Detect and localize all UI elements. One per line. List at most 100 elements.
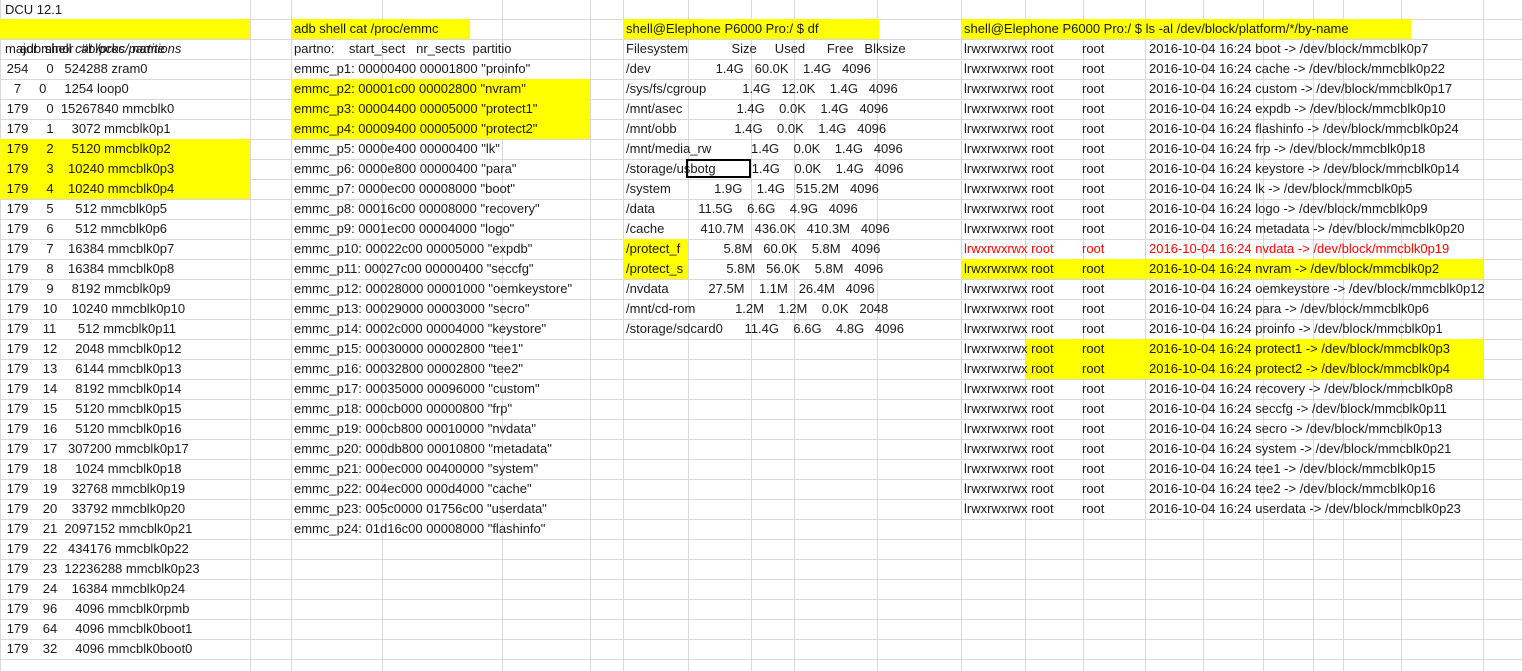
partitions-row[interactable]: 179 8 16384 mmcblk0p8 (3, 259, 175, 279)
emmc-row[interactable]: emmc_p6: 0000e800 00000400 "para" (294, 159, 516, 179)
df-row[interactable]: /mnt/cd-rom 1.2M 1.2M 0.0K 2048 (626, 299, 888, 319)
emmc-row[interactable]: emmc_p12: 00028000 00001000 "oemkeystore… (294, 279, 572, 299)
emmc-row[interactable]: emmc_p8: 00016c00 00008000 "recovery" (294, 199, 540, 219)
byname-perm-cell[interactable]: lrwxrwxrwx root (964, 239, 1054, 259)
partitions-row[interactable]: 179 4 10240 mmcblk0p4 (3, 179, 175, 199)
df-row[interactable]: /storage/sdcard0 11.4G 6.6G 4.8G 4096 (626, 319, 904, 339)
partitions-row[interactable]: 179 19 32768 mmcblk0p19 (3, 479, 186, 499)
emmc-row[interactable]: emmc_p10: 00022c00 00005000 "expdb" (294, 239, 532, 259)
byname-link-cell[interactable]: 2016-10-04 16:24 metadata -> /dev/block/… (1149, 219, 1464, 239)
byname-link-cell[interactable]: 2016-10-04 16:24 oemkeystore -> /dev/blo… (1149, 279, 1485, 299)
partitions-row[interactable]: 179 7 16384 mmcblk0p7 (3, 239, 175, 259)
byname-perm-cell[interactable]: lrwxrwxrwx root (964, 59, 1054, 79)
emmc-row[interactable]: emmc_p23: 005c0000 01756c00 "userdata" (294, 499, 547, 519)
byname-link-cell[interactable]: 2016-10-04 16:24 logo -> /dev/block/mmcb… (1149, 199, 1428, 219)
byname-owner-cell[interactable]: root (1082, 239, 1104, 259)
emmc-row[interactable]: emmc_p14: 0002c000 00004000 "keystore" (294, 319, 546, 339)
partitions-row[interactable]: 179 0 15267840 mmcblk0 (3, 99, 175, 119)
byname-perm-cell[interactable]: lrwxrwxrwx root (964, 419, 1054, 439)
byname-owner-cell[interactable]: root (1082, 139, 1104, 159)
byname-link-cell[interactable]: 2016-10-04 16:24 expdb -> /dev/block/mmc… (1149, 99, 1446, 119)
byname-owner-cell[interactable]: root (1082, 479, 1104, 499)
partitions-row[interactable]: 179 22 434176 mmcblk0p22 (3, 539, 189, 559)
partitions-row[interactable]: 179 10 10240 mmcblk0p10 (3, 299, 186, 319)
df-row[interactable]: /protect_s 5.8M 56.0K 5.8M 4096 (626, 259, 883, 279)
byname-perm-cell[interactable]: lrwxrwxrwx root (964, 339, 1054, 359)
byname-heading[interactable]: shell@Elephone P6000 Pro:/ $ ls -al /dev… (964, 19, 1349, 39)
partitions-row[interactable]: 179 17 307200 mmcblk0p17 (3, 439, 189, 459)
partitions-row[interactable]: 179 64 4096 mmcblk0boot1 (3, 619, 193, 639)
df-row[interactable]: /sys/fs/cgroup 1.4G 12.0K 1.4G 4096 (626, 79, 898, 99)
byname-link-cell[interactable]: 2016-10-04 16:24 userdata -> /dev/block/… (1149, 499, 1461, 519)
partitions-row[interactable]: 179 15 5120 mmcblk0p15 (3, 399, 182, 419)
byname-link-cell[interactable]: 2016-10-04 16:24 system -> /dev/block/mm… (1149, 439, 1451, 459)
emmc-row[interactable]: emmc_p15: 00030000 00002800 "tee1" (294, 339, 523, 359)
byname-owner-cell[interactable]: root (1082, 219, 1104, 239)
partitions-row[interactable]: 179 23 12236288 mmcblk0p23 (3, 559, 200, 579)
partitions-row[interactable]: 179 12 2048 mmcblk0p12 (3, 339, 182, 359)
byname-perm-cell[interactable]: lrwxrwxrwx root (964, 299, 1054, 319)
emmc-row[interactable]: emmc_p2: 00001c00 00002800 "nvram" (294, 79, 526, 99)
byname-link-cell[interactable]: 2016-10-04 16:24 recovery -> /dev/block/… (1149, 379, 1453, 399)
partitions-row[interactable]: 179 2 5120 mmcblk0p2 (3, 139, 171, 159)
byname-link-cell[interactable]: 2016-10-04 16:24 para -> /dev/block/mmcb… (1149, 299, 1429, 319)
selected-cell-outline[interactable] (686, 159, 751, 178)
sheet-title[interactable]: DCU 12.1 (5, 0, 62, 20)
emmc-row[interactable]: emmc_p9: 0001ec00 00004000 "logo" (294, 219, 514, 239)
byname-owner-cell[interactable]: root (1082, 279, 1104, 299)
partitions-row[interactable]: 179 16 5120 mmcblk0p16 (3, 419, 182, 439)
byname-perm-cell[interactable]: lrwxrwxrwx root (964, 359, 1054, 379)
emmc-row[interactable]: emmc_p18: 000cb000 00000800 "frp" (294, 399, 512, 419)
byname-link-cell[interactable]: 2016-10-04 16:24 secro -> /dev/block/mmc… (1149, 419, 1442, 439)
partitions-row[interactable]: 179 20 33792 mmcblk0p20 (3, 499, 186, 519)
emmc-row[interactable]: emmc_p24: 01d16c00 00008000 "flashinfo" (294, 519, 545, 539)
byname-perm-cell[interactable]: lrwxrwxrwx root (964, 79, 1054, 99)
byname-link-cell[interactable]: 2016-10-04 16:24 protect1 -> /dev/block/… (1149, 339, 1450, 359)
partitions-row[interactable]: 179 5 512 mmcblk0p5 (3, 199, 167, 219)
byname-link-cell[interactable]: 2016-10-04 16:24 tee2 -> /dev/block/mmcb… (1149, 479, 1436, 499)
partitions-row[interactable]: 179 18 1024 mmcblk0p18 (3, 459, 182, 479)
spreadsheet-grid[interactable]: DCU 12.1 adb shell cat /proc/partitions … (0, 0, 1523, 671)
partitions-row[interactable]: 254 0 524288 zram0 (3, 59, 148, 79)
partitions-row[interactable]: 179 21 2097152 mmcblk0p21 (3, 519, 193, 539)
emmc-row[interactable]: emmc_p17: 00035000 00096000 "custom" (294, 379, 540, 399)
byname-perm-cell[interactable]: lrwxrwxrwx root (964, 139, 1054, 159)
emmc-heading[interactable]: adb shell cat /proc/emmc (294, 19, 439, 39)
byname-perm-cell[interactable]: lrwxrwxrwx root (964, 479, 1054, 499)
emmc-row[interactable]: emmc_p7: 0000ec00 00008000 "boot" (294, 179, 515, 199)
partitions-row[interactable]: 179 14 8192 mmcblk0p14 (3, 379, 182, 399)
partitions-row[interactable]: 179 11 512 mmcblk0p11 (3, 319, 176, 339)
byname-link-cell[interactable]: 2016-10-04 16:24 protect2 -> /dev/block/… (1149, 359, 1450, 379)
df-heading[interactable]: shell@Elephone P6000 Pro:/ $ df (626, 19, 818, 39)
byname-link-cell[interactable]: 2016-10-04 16:24 boot -> /dev/block/mmcb… (1149, 39, 1428, 59)
df-row[interactable]: /dev 1.4G 60.0K 1.4G 4096 (626, 59, 871, 79)
byname-owner-cell[interactable]: root (1082, 499, 1104, 519)
byname-owner-cell[interactable]: root (1082, 339, 1104, 359)
partitions-row[interactable]: 179 3 10240 mmcblk0p3 (3, 159, 175, 179)
byname-link-cell[interactable]: 2016-10-04 16:24 seccfg -> /dev/block/mm… (1149, 399, 1447, 419)
byname-perm-cell[interactable]: lrwxrwxrwx root (964, 119, 1054, 139)
byname-perm-cell[interactable]: lrwxrwxrwx root (964, 439, 1054, 459)
byname-owner-cell[interactable]: root (1082, 439, 1104, 459)
byname-perm-cell[interactable]: lrwxrwxrwx root (964, 179, 1054, 199)
df-row[interactable]: /mnt/media_rw 1.4G 0.0K 1.4G 4096 (626, 139, 903, 159)
byname-link-cell[interactable]: 2016-10-04 16:24 tee1 -> /dev/block/mmcb… (1149, 459, 1436, 479)
emmc-row[interactable]: emmc_p19: 000cb800 00010000 "nvdata" (294, 419, 536, 439)
byname-link-cell[interactable]: 2016-10-04 16:24 keystore -> /dev/block/… (1149, 159, 1459, 179)
byname-owner-cell[interactable]: root (1082, 159, 1104, 179)
byname-owner-cell[interactable]: root (1082, 199, 1104, 219)
partitions-row[interactable]: 7 0 1254 loop0 (3, 79, 129, 99)
byname-link-cell[interactable]: 2016-10-04 16:24 cache -> /dev/block/mmc… (1149, 59, 1445, 79)
byname-owner-cell[interactable]: root (1082, 419, 1104, 439)
emmc-row[interactable]: emmc_p20: 000db800 00010800 "metadata" (294, 439, 552, 459)
partitions-row[interactable]: 179 6 512 mmcblk0p6 (3, 219, 167, 239)
byname-owner-cell[interactable]: root (1082, 99, 1104, 119)
df-row[interactable]: /mnt/asec 1.4G 0.0K 1.4G 4096 (626, 99, 888, 119)
byname-link-cell[interactable]: 2016-10-04 16:24 frp -> /dev/block/mmcbl… (1149, 139, 1425, 159)
emmc-header[interactable]: partno: start_sect nr_sects partitio (294, 39, 511, 59)
byname-link-cell[interactable]: 2016-10-04 16:24 proinfo -> /dev/block/m… (1149, 319, 1443, 339)
emmc-row[interactable]: emmc_p22: 004ec000 000d4000 "cache" (294, 479, 532, 499)
byname-perm-cell[interactable]: lrwxrwxrwx root (964, 499, 1054, 519)
emmc-row[interactable]: emmc_p5: 0000e400 00000400 "lk" (294, 139, 500, 159)
partitions-row[interactable]: 179 1 3072 mmcblk0p1 (3, 119, 171, 139)
